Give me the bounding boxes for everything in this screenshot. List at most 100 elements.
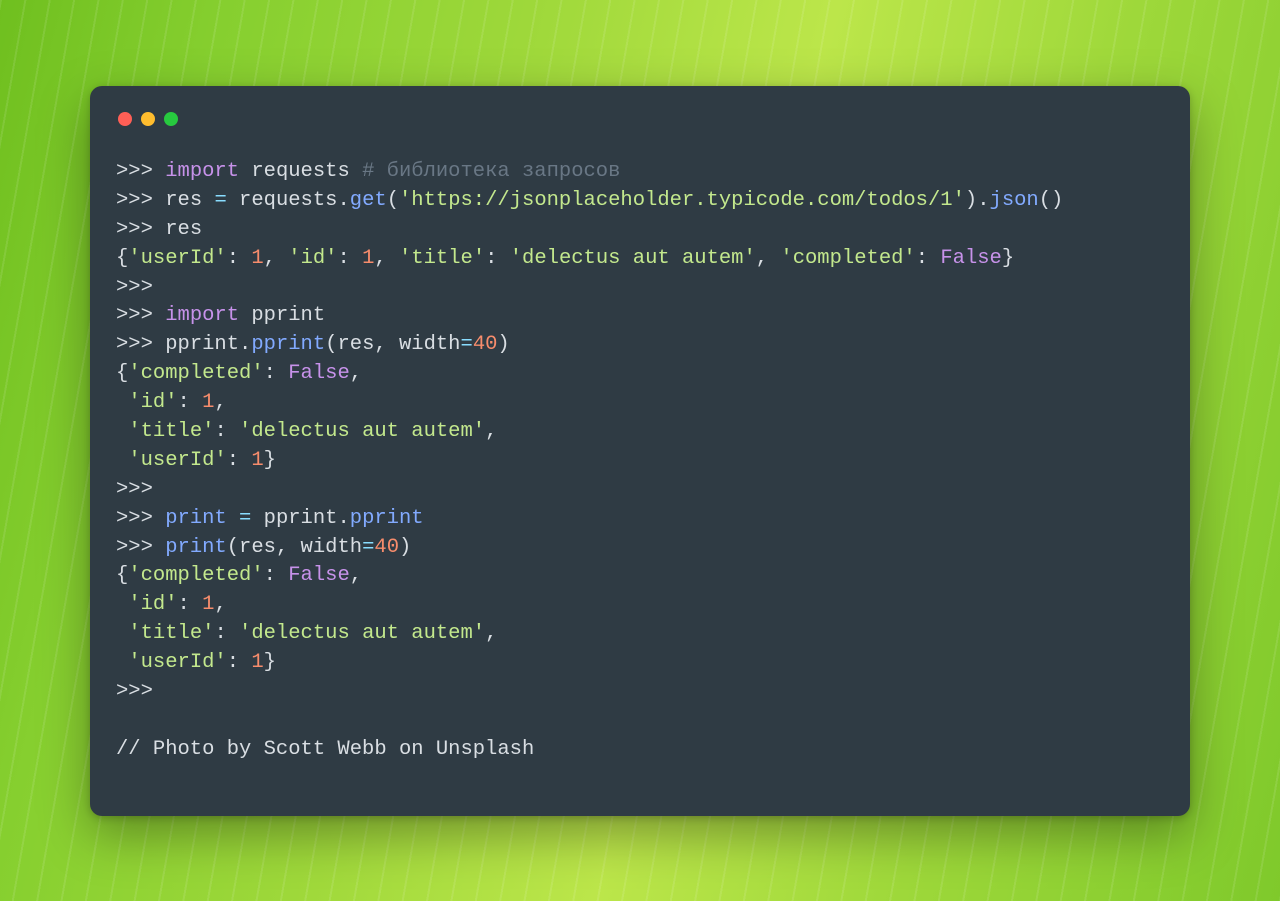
code-token: : — [227, 247, 252, 270]
code-token: pprint — [251, 304, 325, 327]
code-token: 'completed' — [128, 564, 263, 587]
code-token: print — [165, 507, 227, 530]
code-line: >>> — [116, 678, 1164, 707]
code-line: {'completed': False, — [116, 360, 1164, 389]
code-token: 1 — [362, 247, 374, 270]
code-token: >>> — [116, 276, 153, 299]
code-token: 1 — [202, 593, 214, 616]
code-token: False — [288, 564, 350, 587]
code-line: >>> res — [116, 216, 1164, 245]
code-line: {'userId': 1, 'id': 1, 'title': 'delectu… — [116, 245, 1164, 274]
code-token: import — [165, 304, 251, 327]
code-token: ) — [399, 536, 411, 559]
code-token — [116, 449, 128, 472]
code-token: res — [165, 189, 214, 212]
minimize-icon[interactable] — [141, 112, 155, 126]
code-token: 'userId' — [128, 247, 226, 270]
code-line: 'id': 1, — [116, 591, 1164, 620]
code-token: } — [264, 651, 276, 674]
code-line: >>> import requests # библиотека запросо… — [116, 158, 1164, 187]
code-token: 'https://jsonplaceholder.typicode.com/to… — [399, 189, 965, 212]
code-token: , — [214, 391, 226, 414]
code-token: , — [374, 247, 399, 270]
code-token: import — [165, 160, 251, 183]
code-token: } — [264, 449, 276, 472]
code-token: () — [1039, 189, 1064, 212]
code-token — [116, 391, 128, 414]
code-line: >>> — [116, 274, 1164, 303]
code-token: print — [165, 536, 227, 559]
code-line: 'userId': 1} — [116, 447, 1164, 476]
code-token: : — [485, 247, 510, 270]
code-token: . — [977, 189, 989, 212]
code-token: >>> — [116, 189, 165, 212]
code-token: 1 — [251, 651, 263, 674]
code-token: json — [990, 189, 1039, 212]
code-token: 1 — [202, 391, 214, 414]
code-token: 1 — [251, 449, 263, 472]
code-token: 'title' — [128, 622, 214, 645]
code-token: requests — [239, 189, 337, 212]
code-token — [116, 420, 128, 443]
code-line: // Photo by Scott Webb on Unsplash — [116, 736, 1164, 765]
code-token: False — [940, 247, 1002, 270]
code-token: , — [485, 420, 497, 443]
code-token: : — [264, 564, 289, 587]
code-token: >>> — [116, 536, 165, 559]
code-token: >>> — [116, 333, 165, 356]
code-token — [116, 622, 128, 645]
close-icon[interactable] — [118, 112, 132, 126]
code-token: 'completed' — [128, 362, 263, 385]
code-token: >>> — [116, 218, 165, 241]
code-token: 40 — [374, 536, 399, 559]
code-line: >>> print(res, width=40) — [116, 534, 1164, 563]
code-token: get — [350, 189, 387, 212]
code-token: , — [264, 247, 289, 270]
code-token: . — [337, 507, 349, 530]
code-token: : — [264, 362, 289, 385]
code-token: 'title' — [128, 420, 214, 443]
zoom-icon[interactable] — [164, 112, 178, 126]
code-token: { — [116, 247, 128, 270]
code-token: False — [288, 362, 350, 385]
code-token: 'delectus aut autem' — [239, 420, 485, 443]
terminal-window: >>> import requests # библиотека запросо… — [90, 86, 1190, 816]
code-token: 1 — [251, 247, 263, 270]
code-token: : — [214, 420, 239, 443]
code-token: # библиотека запросов — [362, 160, 620, 183]
code-token: { — [116, 362, 128, 385]
code-token: >>> — [116, 680, 153, 703]
code-token: res — [165, 218, 202, 241]
code-token: pprint — [350, 507, 424, 530]
code-token: , — [756, 247, 781, 270]
code-token: : — [337, 247, 362, 270]
code-token: , — [485, 622, 497, 645]
code-token: ) — [965, 189, 977, 212]
code-token: >>> — [116, 304, 165, 327]
code-token: 'delectus aut autem' — [510, 247, 756, 270]
code-token: : — [178, 391, 203, 414]
code-token: pprint — [165, 333, 239, 356]
code-token: >>> — [116, 478, 153, 501]
code-token: 40 — [473, 333, 498, 356]
code-token: , — [350, 362, 362, 385]
code-token: : — [227, 651, 252, 674]
code-token: ( — [387, 189, 399, 212]
code-line — [116, 707, 1164, 736]
code-token: // Photo by Scott Webb on Unsplash — [116, 738, 534, 761]
code-token: . — [337, 189, 349, 212]
code-token — [116, 651, 128, 674]
code-token: { — [116, 564, 128, 587]
code-token: >>> — [116, 160, 165, 183]
code-line: 'id': 1, — [116, 389, 1164, 418]
code-token: ( — [227, 536, 239, 559]
code-token: 'completed' — [780, 247, 915, 270]
code-token: = — [214, 189, 239, 212]
code-line: {'completed': False, — [116, 562, 1164, 591]
code-token: pprint — [251, 333, 325, 356]
code-line: 'title': 'delectus aut autem', — [116, 418, 1164, 447]
code-token: requests — [251, 160, 362, 183]
code-token: = — [461, 333, 473, 356]
code-block: >>> import requests # библиотека запросо… — [116, 158, 1164, 765]
code-token: ( — [325, 333, 337, 356]
